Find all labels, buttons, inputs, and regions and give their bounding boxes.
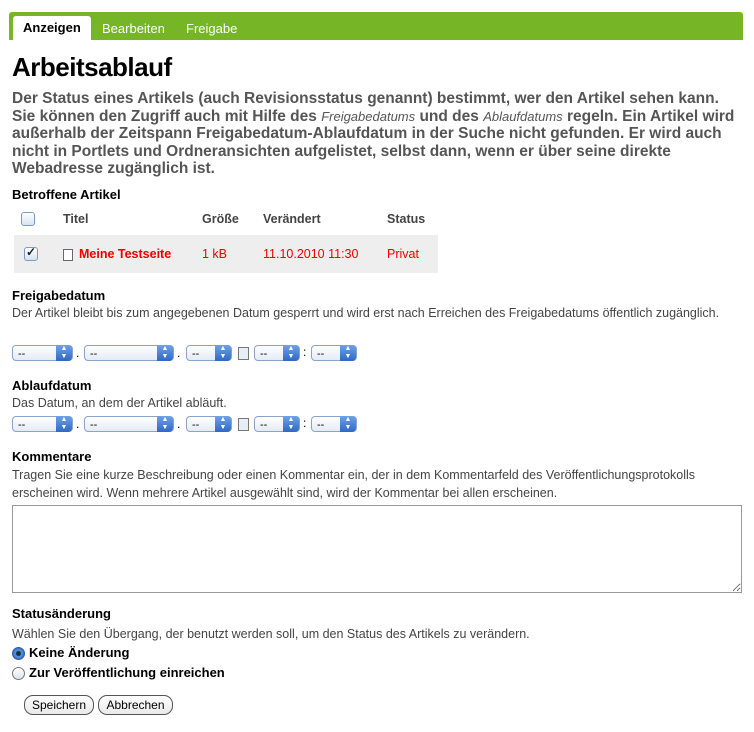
transition-help: Wählen Sie den Übergang, der benutzt wer… xyxy=(12,627,530,641)
table-row: Meine Testseite 1 kB 11.10.2010 11:30 Pr… xyxy=(14,235,438,273)
effective-day-select[interactable]: -- ▲ ▼ xyxy=(186,345,232,361)
header-modified: Verändert xyxy=(263,212,321,226)
item-modified: 11.10.2010 11:30 xyxy=(263,235,387,273)
comments-help: Tragen Sie eine kurze Beschreibung oder … xyxy=(12,468,696,500)
comments-label: Kommentare xyxy=(12,449,92,464)
expiration-month-select[interactable]: -- ▲ ▼ xyxy=(84,416,174,432)
expiration-hour-select[interactable]: -- ▲ ▼ xyxy=(254,416,300,432)
comments-textarea[interactable] xyxy=(12,505,742,593)
effective-hour-select[interactable]: -- ▲ ▼ xyxy=(254,345,300,361)
radio-no-change[interactable] xyxy=(12,647,25,660)
transition-label: Statusänderung xyxy=(12,606,111,621)
header-size: Größe xyxy=(202,212,239,226)
affected-items-table: Titel Größe Verändert Status Meine Tests… xyxy=(14,203,438,273)
expiration-date-help: Das Datum, an dem der Artikel abläuft. xyxy=(12,396,227,410)
item-title[interactable]: Meine Testseite xyxy=(79,247,171,261)
expiration-year-select[interactable]: -- ▲ ▼ xyxy=(12,416,73,432)
effective-month-select[interactable]: -- ▲ ▼ xyxy=(84,345,174,361)
item-status: Privat xyxy=(387,235,438,273)
calendar-icon[interactable] xyxy=(238,347,249,360)
page-description: Der Status eines Artikels (auch Revision… xyxy=(12,90,735,177)
item-checkbox[interactable] xyxy=(24,245,38,262)
effective-date-help: Der Artikel bleibt bis zum angegebenen D… xyxy=(12,306,720,320)
expiration-minute-select[interactable]: -- ▲ ▼ xyxy=(311,416,357,432)
page-title: Arbeitsablauf xyxy=(12,52,172,82)
radio-submit-label[interactable]: Zur Veröffentlichung einreichen xyxy=(29,665,225,680)
header-title: Titel xyxy=(63,212,89,226)
expiration-day-select[interactable]: -- ▲ ▼ xyxy=(186,416,232,432)
select-all-checkbox[interactable] xyxy=(21,212,35,227)
affected-items-label: Betroffene Artikel xyxy=(12,187,121,202)
effective-minute-select[interactable]: -- ▲ ▼ xyxy=(311,345,357,361)
effective-date-label: Freigabedatum xyxy=(12,288,106,303)
radio-no-change-label[interactable]: Keine Änderung xyxy=(29,645,129,660)
tab-freigabe[interactable]: Freigabe xyxy=(186,17,237,40)
tab-bar: Anzeigen Bearbeiten Freigabe xyxy=(9,12,743,40)
save-button[interactable]: Speichern xyxy=(24,695,94,715)
radio-submit[interactable] xyxy=(12,667,25,680)
cancel-button[interactable]: Abbrechen xyxy=(98,695,173,715)
header-status: Status xyxy=(387,212,426,226)
tab-anzeigen[interactable]: Anzeigen xyxy=(13,16,91,40)
effective-year-select[interactable]: -- ▲ ▼ xyxy=(12,345,73,361)
tab-bearbeiten[interactable]: Bearbeiten xyxy=(102,17,165,40)
calendar-icon[interactable] xyxy=(238,418,249,431)
item-size: 1 kB xyxy=(202,235,263,273)
expiration-date-label: Ablaufdatum xyxy=(12,378,92,393)
page-icon xyxy=(63,248,73,261)
